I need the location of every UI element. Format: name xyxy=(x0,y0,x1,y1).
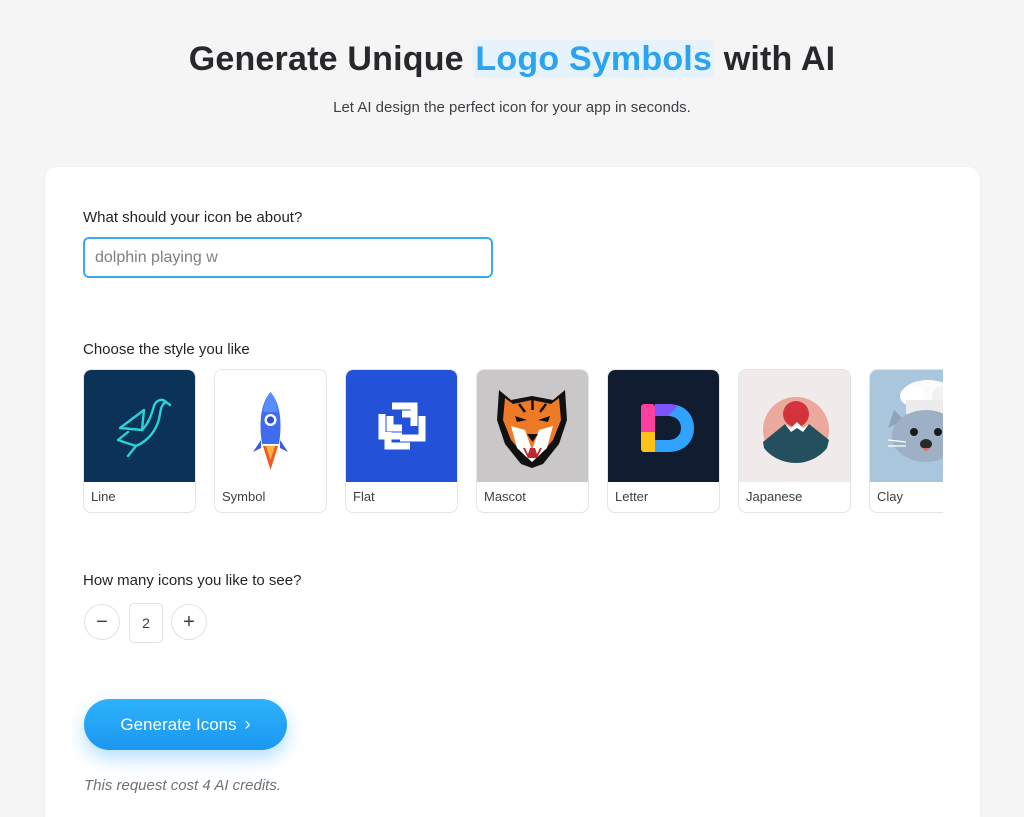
rocket-icon xyxy=(215,370,326,482)
clay-chef-cat-icon xyxy=(870,370,943,482)
icon-count-value[interactable]: 2 xyxy=(129,603,163,643)
style-option-line[interactable]: Line xyxy=(83,369,196,513)
style-picker: Line Symbol Flat Mascot Letter Japanese … xyxy=(83,367,943,517)
generate-icons-label: Generate Icons xyxy=(120,714,237,734)
style-option-label: Flat xyxy=(353,489,375,504)
style-option-clay[interactable]: Clay xyxy=(869,369,943,513)
hero-subtitle: Let AI design the perfect icon for your … xyxy=(333,99,691,116)
prompt-input[interactable] xyxy=(83,237,493,278)
style-option-label: Line xyxy=(91,489,116,504)
style-option-symbol[interactable]: Symbol xyxy=(214,369,327,513)
style-option-label: Clay xyxy=(877,489,904,504)
increment-button[interactable]: + xyxy=(171,604,207,640)
style-option-mascot[interactable]: Mascot xyxy=(476,369,589,513)
style-option-label: Japanese xyxy=(746,489,803,504)
hero-title-suffix: with AI xyxy=(714,40,836,78)
hero-title-highlight: Logo Symbols xyxy=(473,40,715,78)
decrement-button[interactable]: − xyxy=(84,604,120,640)
hero-title: Generate Unique Logo Symbols with AI xyxy=(0,40,1024,79)
tiger-mascot-icon xyxy=(477,370,588,482)
chevron-right-icon: › xyxy=(244,714,251,734)
mountain-sun-icon xyxy=(739,370,850,482)
line-bird-icon xyxy=(84,370,195,482)
plus-icon: + xyxy=(183,610,195,633)
style-option-letter[interactable]: Letter xyxy=(607,369,720,513)
style-option-label: Symbol xyxy=(222,489,266,504)
style-label: Choose the style you like xyxy=(83,341,250,358)
style-option-flat[interactable]: Flat xyxy=(345,369,458,513)
letter-d-icon xyxy=(608,370,719,482)
style-option-japanese[interactable]: Japanese xyxy=(738,369,851,513)
hero-title-prefix: Generate Unique xyxy=(188,40,474,78)
credits-note: This request cost 4 AI credits. xyxy=(84,777,282,794)
prompt-label: What should your icon be about? xyxy=(83,209,303,226)
generator-card: What should your icon be about? Choose t… xyxy=(45,167,980,817)
page: Generate Unique Logo Symbols with AI Let… xyxy=(0,0,1024,817)
style-option-label: Letter xyxy=(615,489,649,504)
flat-squares-icon xyxy=(346,370,457,482)
minus-icon: − xyxy=(96,610,108,633)
generate-icons-button[interactable]: Generate Icons › xyxy=(84,699,287,750)
style-option-label: Mascot xyxy=(484,489,526,504)
count-label: How many icons you like to see? xyxy=(83,572,302,589)
